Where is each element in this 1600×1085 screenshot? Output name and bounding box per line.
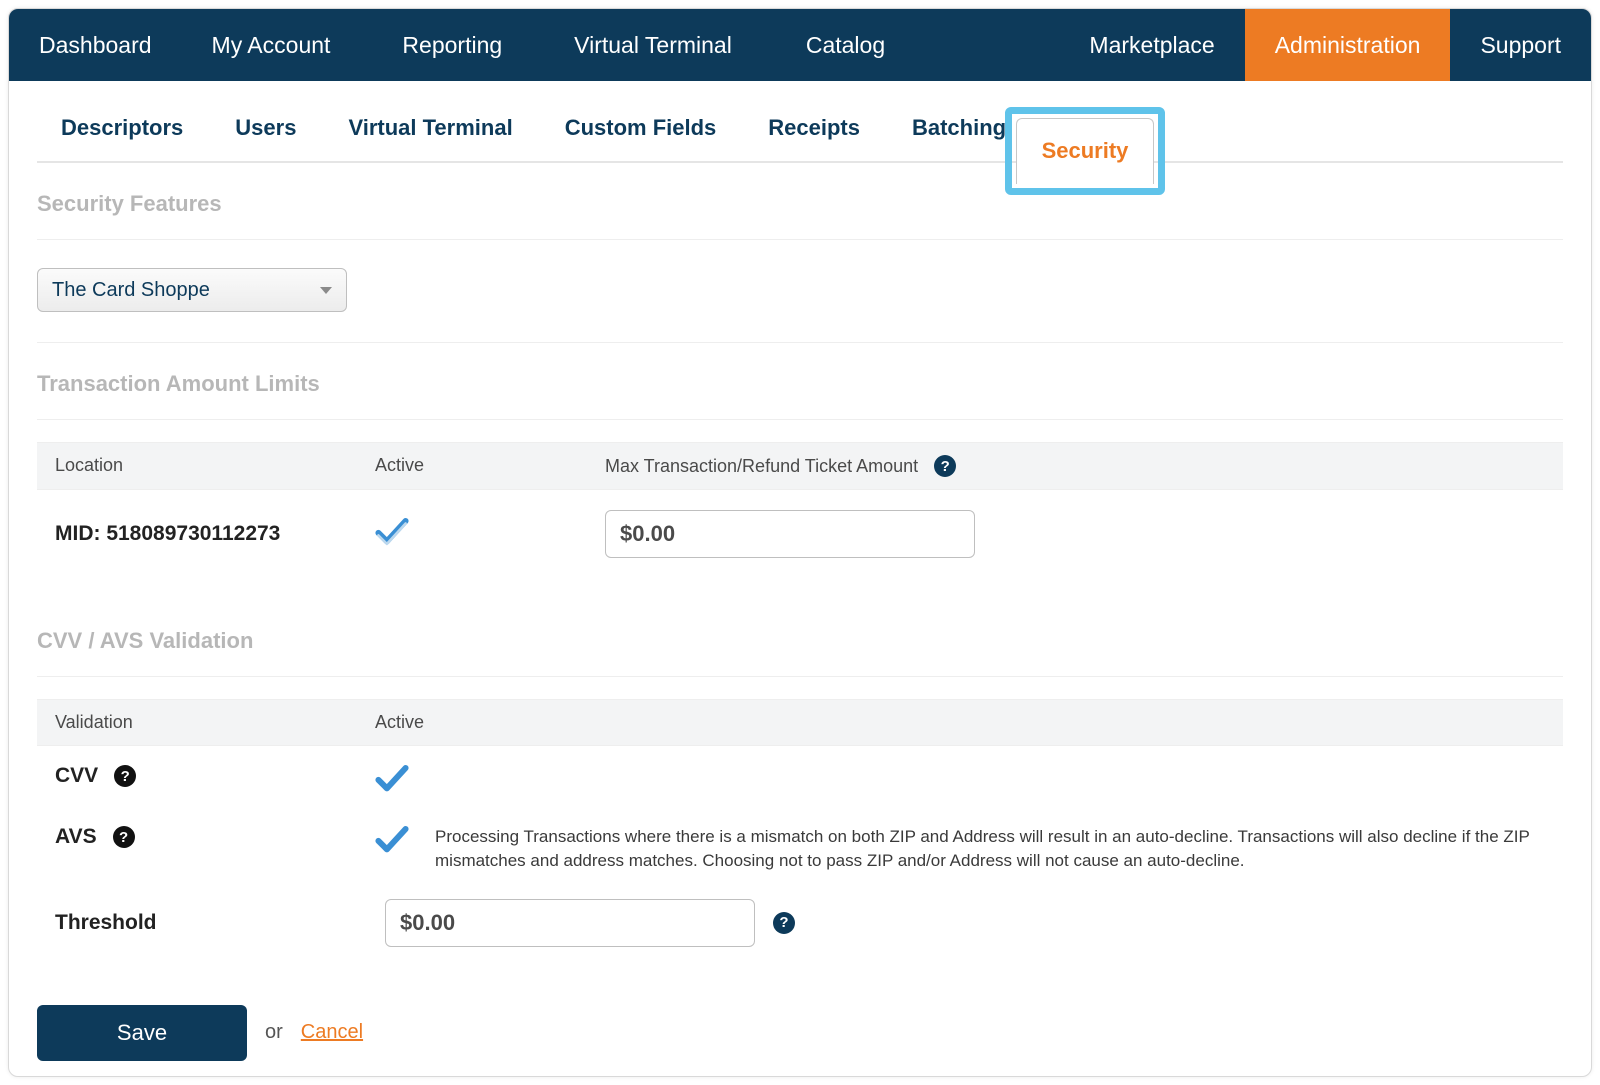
tab-virtual-terminal[interactable]: Virtual Terminal <box>346 109 514 147</box>
tab-receipts[interactable]: Receipts <box>766 109 862 147</box>
section-security-features: Security Features <box>37 191 1563 240</box>
avs-active-checkbox[interactable] <box>375 825 435 860</box>
section-cvv-avs: CVV / AVS Validation <box>37 628 1563 677</box>
cancel-link[interactable]: Cancel <box>301 1021 363 1044</box>
avs-row: AVS ? Processing Transactions where ther… <box>37 807 1563 881</box>
cvv-row: CVV ? <box>37 746 1563 807</box>
col-active-2: Active <box>375 712 1545 733</box>
nav-dashboard[interactable]: Dashboard <box>9 9 182 81</box>
col-location: Location <box>55 455 375 477</box>
section-transaction-limits: Transaction Amount Limits <box>37 371 1563 420</box>
nav-marketplace[interactable]: Marketplace <box>1059 9 1244 81</box>
form-footer: Save or Cancel <box>37 965 1563 1061</box>
help-icon[interactable]: ? <box>113 826 135 848</box>
tab-custom-fields[interactable]: Custom Fields <box>563 109 719 147</box>
merchant-select[interactable]: The Card Shoppe <box>37 268 347 312</box>
max-amount-input[interactable] <box>605 510 975 558</box>
avs-label: AVS <box>55 825 97 849</box>
tab-descriptors[interactable]: Descriptors <box>59 109 185 147</box>
cvv-active-checkbox[interactable] <box>375 764 435 799</box>
threshold-input[interactable] <box>385 899 755 947</box>
validation-table-header: Validation Active <box>37 699 1563 746</box>
nav-catalog[interactable]: Catalog <box>762 9 929 81</box>
or-text: or <box>265 1021 283 1044</box>
col-validation: Validation <box>55 712 375 733</box>
help-icon[interactable]: ? <box>114 765 136 787</box>
merchant-select-value: The Card Shoppe <box>52 279 210 302</box>
threshold-label: Threshold <box>55 911 157 935</box>
cvv-label: CVV <box>55 764 98 788</box>
save-button[interactable]: Save <box>37 1005 247 1061</box>
limits-table-row: MID: 518089730112273 <box>37 490 1563 578</box>
tab-batching[interactable]: Batching <box>910 109 1008 147</box>
tab-users[interactable]: Users <box>233 109 298 147</box>
location-value: MID: 518089730112273 <box>55 522 375 546</box>
nav-virtual-terminal[interactable]: Virtual Terminal <box>544 9 762 81</box>
admin-subtabs: Descriptors Users Virtual Terminal Custo… <box>37 109 1563 163</box>
col-active: Active <box>375 455 605 477</box>
limits-table-header: Location Active Max Transaction/Refund T… <box>37 442 1563 490</box>
help-icon[interactable]: ? <box>934 455 956 477</box>
active-checkbox[interactable] <box>375 517 605 552</box>
chevron-down-icon <box>320 287 332 294</box>
avs-note: Processing Transactions where there is a… <box>435 825 1545 873</box>
nav-administration[interactable]: Administration <box>1245 9 1451 81</box>
top-nav: Dashboard My Account Reporting Virtual T… <box>9 9 1591 81</box>
help-icon[interactable]: ? <box>773 912 795 934</box>
nav-my-account[interactable]: My Account <box>182 9 361 81</box>
nav-support[interactable]: Support <box>1450 9 1591 81</box>
nav-reporting[interactable]: Reporting <box>360 9 544 81</box>
threshold-row: Threshold ? <box>37 881 1563 965</box>
col-max-amount: Max Transaction/Refund Ticket Amount <box>605 456 918 477</box>
